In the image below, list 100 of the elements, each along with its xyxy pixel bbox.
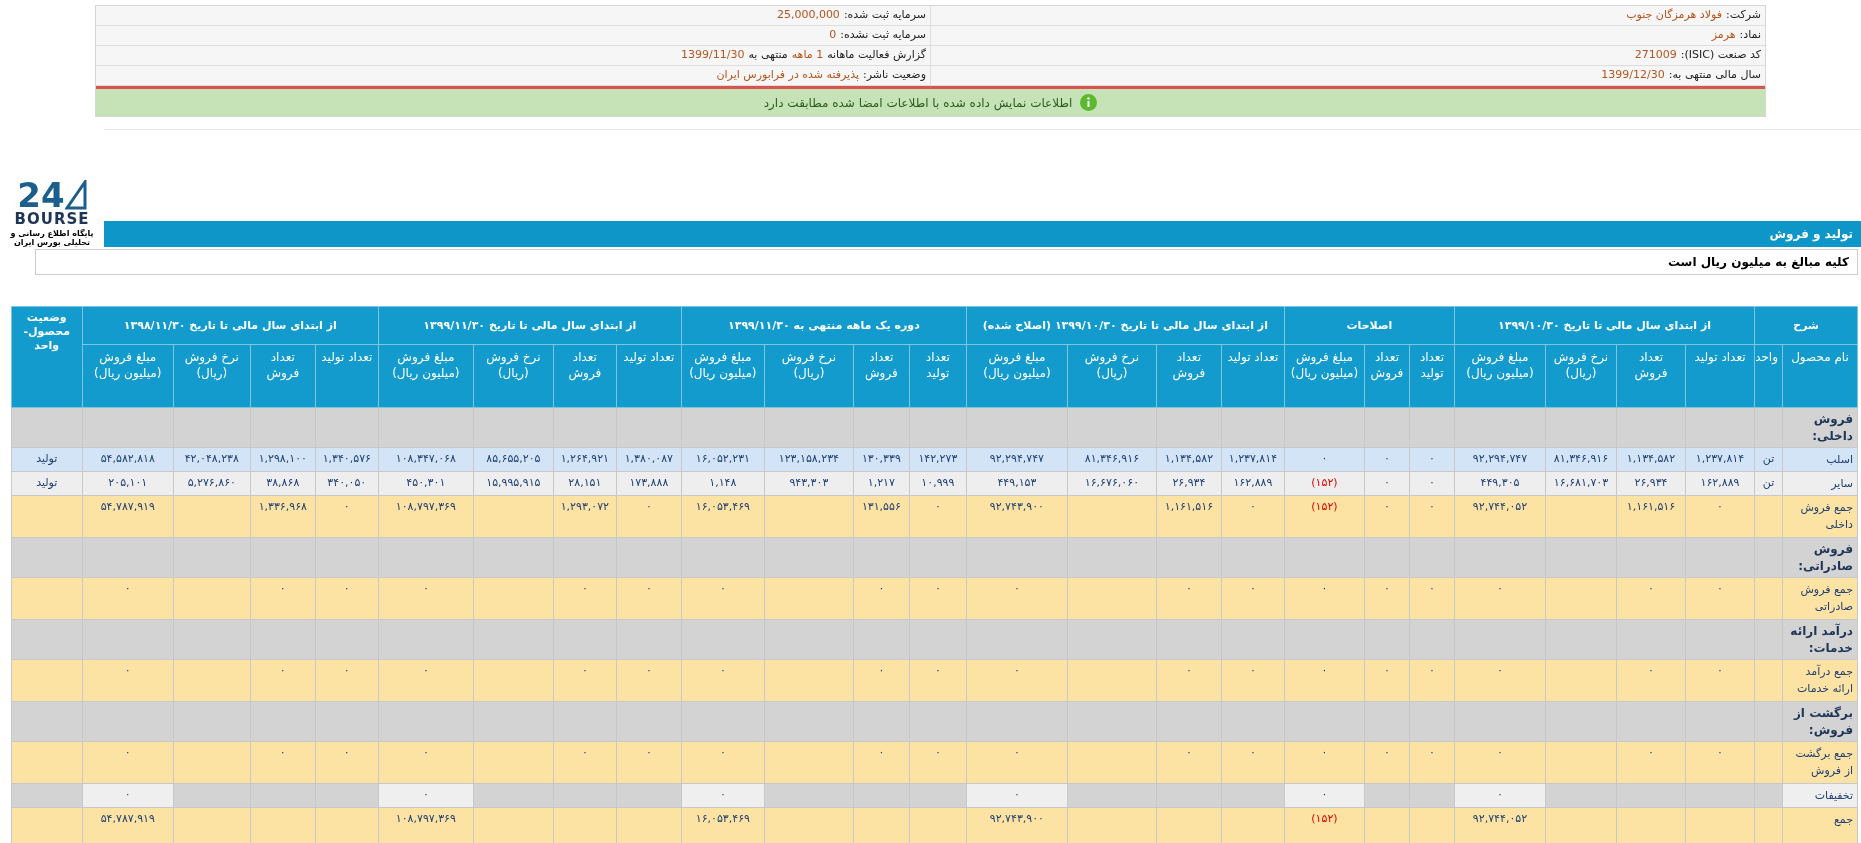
field-value: 1399/11/30	[681, 47, 745, 64]
section-label: برگشت از فروش:	[1782, 701, 1858, 742]
table-cell: ۱,۲۳۷,۸۱۴	[1228, 452, 1278, 465]
column-header: تعداد تولید	[616, 344, 682, 408]
table-cell: ۰	[581, 582, 588, 595]
table-cell: ۰	[1429, 476, 1435, 489]
table-cell: ۰	[719, 582, 726, 595]
row-label: سایر	[1782, 471, 1858, 496]
table-cell: ۸۵,۶۵۵,۲۰۵	[486, 452, 541, 465]
table-cell: ۱۶,۶۸۱,۷۰۳	[1553, 476, 1609, 489]
table-cell: ۵۴,۵۸۲,۸۱۸	[100, 452, 155, 465]
table-cell: ۰	[1497, 746, 1503, 759]
table-cell: ۰	[719, 746, 726, 759]
table-cell: ۴۴۹,۳۰۵	[1480, 476, 1520, 489]
section-header-bar: تولید و فروش	[104, 221, 1861, 247]
table-cell: ۰	[343, 500, 350, 513]
column-header: مبلغ فروش (میلیون ریال)	[681, 344, 765, 408]
negative-value: (۱۵۲)	[1311, 476, 1338, 489]
table-cell: ۰	[1384, 452, 1390, 465]
table-cell: تولید	[36, 452, 58, 465]
table-cell: ۱۰۸,۳۴۷,۰۶۸	[395, 452, 456, 465]
table-cell: ۱,۱۶۱,۵۱۶	[1626, 500, 1676, 513]
column-header: تعداد فروش	[553, 344, 617, 408]
table-cell: ۱,۲۹۸,۱۰۰	[258, 452, 307, 465]
table-cell: ۱,۲۳۷,۸۱۴	[1695, 452, 1745, 465]
field-value: پذیرفته شده در فرابورس ایران	[716, 67, 859, 84]
table-cell: ۰	[1013, 746, 1020, 759]
table-cell: ۰	[645, 582, 652, 595]
column-header: نرخ فروش (ریال)	[473, 344, 554, 408]
field-label: نماد:	[1739, 27, 1761, 44]
table-cell: ۰	[1013, 582, 1020, 595]
column-header: نرخ فروش (ریال)	[1067, 344, 1157, 408]
table-cell: ۰	[1429, 452, 1435, 465]
table-cell: ۰	[1648, 746, 1654, 759]
table-cell: ۰	[422, 664, 429, 677]
column-group-header: از ابتدای سال مالی تا تاریخ ۱۳۹۹/۱۰/۳۰ (اصلاح شده)	[966, 306, 1285, 345]
table-cell: ۰	[934, 746, 941, 759]
column-header: تعداد فروش	[853, 344, 910, 408]
column-group-header: دوره یک ماهه منتهی به ۱۳۹۹/۱۱/۳۰	[681, 306, 967, 345]
table-cell: ۱۶۲,۸۸۹	[1233, 476, 1273, 489]
field-value: 1 ماهه	[791, 47, 824, 64]
table-cell: ۱۶۲,۸۸۹	[1700, 476, 1740, 489]
table-cell: ۰	[1185, 582, 1192, 595]
column-header: تعداد تولید	[909, 344, 967, 408]
table-cell: ۰	[422, 582, 429, 595]
table-cell: ۸۱,۳۴۶,۹۱۶	[1084, 452, 1140, 465]
column-header: مبلغ فروش (میلیون ریال)	[1284, 344, 1365, 408]
table-cell: ۰	[934, 582, 941, 595]
table-cell: ۰	[1321, 788, 1328, 801]
table-cell: تن	[1762, 476, 1775, 489]
table-cell: ۰	[1013, 664, 1020, 677]
table-cell: ۰	[279, 582, 286, 595]
table-cell: ۱۶,۰۵۲,۲۳۱	[695, 452, 750, 465]
field-label: منتهی به	[748, 47, 788, 64]
table-cell: ۰	[1249, 746, 1256, 759]
table-cell: ۵,۲۷۶,۸۶۰	[187, 476, 236, 489]
section-label: درآمد ارائه خدمات:	[1782, 619, 1858, 660]
alert-text: اطلاعات نمایش داده شده با اطلاعات امضا شده مطابقت دارد	[763, 94, 1073, 112]
column-header: نرخ فروش (ریال)	[173, 344, 251, 408]
table-cell: ۱,۲۹۳,۰۷۲	[560, 500, 610, 513]
table-cell: ۵۴,۷۸۷,۹۱۹	[100, 500, 155, 513]
field-value: هرمز	[1711, 27, 1736, 44]
table-cell: ۱۴۲,۲۷۳	[918, 452, 958, 465]
table-cell: ۹۲,۷۴۳,۹۰۰	[989, 812, 1045, 825]
table-cell: ۰	[645, 746, 652, 759]
table-cell: ۱۰۸,۷۹۷,۳۶۹	[395, 500, 456, 513]
table-cell: ۴۴۹,۱۵۳	[997, 476, 1037, 489]
negative-value: (۱۵۲)	[1311, 812, 1338, 825]
logo-wordmark: BOURSE	[14, 212, 90, 227]
column-group-header: از ابتدای سال مالی تا تاریخ ۱۳۹۹/۱۱/۳۰	[378, 306, 682, 345]
table-cell: ۳۸,۸۶۸	[266, 476, 300, 489]
field-value: 271009	[1634, 47, 1677, 64]
table-cell: ۰	[1429, 664, 1435, 677]
table-cell: ۰	[581, 746, 588, 759]
table-cell: ۰	[1717, 582, 1723, 595]
field-value: 25,000,000	[776, 7, 840, 24]
table-cell: ۰	[934, 500, 941, 513]
table-cell: ۰	[1497, 582, 1503, 595]
field-label: سرمایه ثبت شده:	[843, 7, 926, 24]
table-cell: ۰	[1429, 746, 1435, 759]
table-cell: ۰	[1384, 746, 1390, 759]
column-header: نرخ فروش (ریال)	[1545, 344, 1617, 408]
table-cell: ۱,۳۸۰,۰۸۷	[624, 452, 674, 465]
section-label: فروش داخلی:	[1782, 407, 1858, 448]
table-cell: ۱۲۳,۱۵۸,۲۳۴	[778, 452, 839, 465]
column-header: نرخ فروش (ریال)	[764, 344, 854, 408]
table-cell: ۰	[1429, 582, 1435, 595]
field-label: سال مالی منتهی به:	[1668, 67, 1761, 84]
note-text: کلیه مبالغ به میلیون ریال است	[35, 249, 1858, 275]
table-cell: ۰	[1497, 788, 1503, 801]
table-cell: ۱۰۸,۷۹۷,۳۶۹	[395, 812, 456, 825]
row-label: جمع فروش صادراتی	[1782, 577, 1858, 620]
table-cell: ۰	[934, 664, 941, 677]
field-label: وضعیت ناشر:	[863, 67, 926, 84]
table-cell: ۰	[124, 746, 131, 759]
table-cell: ۰	[1185, 746, 1192, 759]
column-header: تعداد فروش	[250, 344, 316, 408]
table-cell: ۰	[645, 500, 652, 513]
table-cell: ۴۵۰,۳۰۱	[406, 476, 446, 489]
negative-value: (۱۵۲)	[1311, 500, 1338, 513]
